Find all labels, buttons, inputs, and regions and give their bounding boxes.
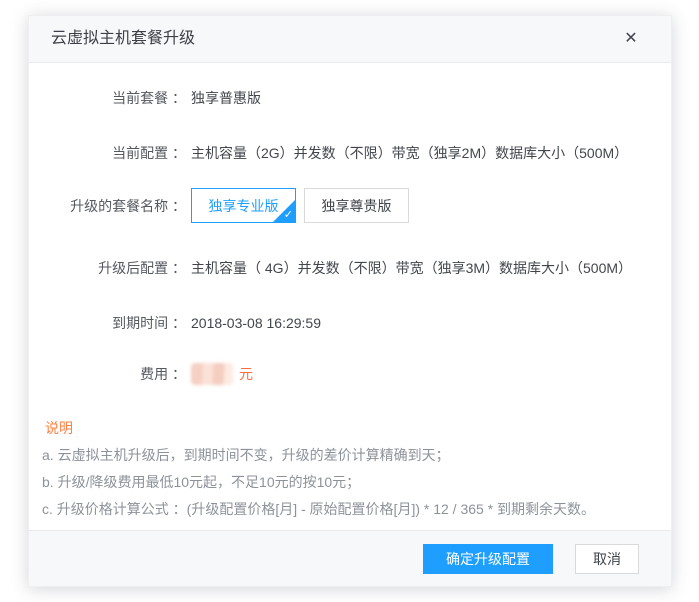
check-icon: ✓: [284, 208, 293, 222]
package-option-premium[interactable]: 独享尊贵版: [304, 188, 409, 223]
upgrade-dialog: 云虚拟主机套餐升级 ✕ 当前套餐 ： 独享普惠版 当前配置 ： 主机容量（2G）…: [28, 15, 672, 587]
row-fee: 费用 ： 元: [29, 363, 671, 385]
notes-heading: 说明: [29, 418, 671, 438]
after-config-label: 升级后配置 ：: [29, 258, 186, 278]
note-item-c: c. 升级价格计算公式 ：(升级配置价格[月] - 原始配置价格[月]) * 1…: [29, 499, 671, 519]
current-config-value: 主机容量（2G）并发数（不限）带宽（独享2M）数据库大小（500M）: [191, 143, 628, 163]
close-icon[interactable]: ✕: [613, 16, 649, 62]
package-option-label: 独享尊贵版: [322, 196, 392, 216]
fee-label: 费用 ：: [29, 364, 186, 384]
after-config-value: 主机容量（ 4G）并发数（不限）带宽（独享3M）数据库大小（500M）: [191, 258, 632, 278]
current-package-label: 当前套餐 ：: [29, 88, 186, 108]
dialog-footer: 确定升级配置 取消: [29, 530, 671, 586]
notes-section: 说明 a. 云虚拟主机升级后，到期时间不变，升级的差价计算精确到天； b. 升级…: [29, 418, 671, 519]
package-option-label: 独享专业版: [209, 196, 279, 216]
upgrade-package-label: 升级的套餐名称 ：: [29, 196, 186, 216]
dialog-title: 云虚拟主机套餐升级: [29, 16, 671, 62]
dialog-header: 云虚拟主机套餐升级 ✕: [29, 16, 671, 63]
row-upgrade-package: 升级的套餐名称 ： 独享专业版 ✓ 独享尊贵版: [29, 188, 671, 223]
fee-amount-redacted: [191, 363, 233, 385]
expire-time-label: 到期时间 ：: [29, 313, 186, 333]
package-option-professional[interactable]: 独享专业版 ✓: [191, 188, 296, 223]
expire-time-value: 2018-03-08 16:29:59: [191, 315, 321, 331]
dialog-body: 当前套餐 ： 独享普惠版 当前配置 ： 主机容量（2G）并发数（不限）带宽（独享…: [29, 63, 671, 519]
cancel-button[interactable]: 取消: [575, 544, 639, 574]
package-options: 独享专业版 ✓ 独享尊贵版: [191, 188, 409, 223]
fee-value: 元: [191, 363, 253, 385]
note-item-a: a. 云虚拟主机升级后，到期时间不变，升级的差价计算精确到天；: [29, 445, 671, 465]
note-item-b: b. 升级/降级费用最低10元起，不足10元的按10元；: [29, 472, 671, 492]
confirm-upgrade-button[interactable]: 确定升级配置: [423, 544, 553, 574]
current-config-label: 当前配置 ：: [29, 143, 186, 163]
row-current-package: 当前套餐 ： 独享普惠版: [29, 88, 671, 108]
row-after-config: 升级后配置 ： 主机容量（ 4G）并发数（不限）带宽（独享3M）数据库大小（50…: [29, 258, 671, 278]
current-package-value: 独享普惠版: [191, 88, 261, 108]
page-background: 云虚拟主机套餐升级 ✕ 当前套餐 ： 独享普惠版 当前配置 ： 主机容量（2G）…: [0, 0, 699, 602]
row-current-config: 当前配置 ： 主机容量（2G）并发数（不限）带宽（独享2M）数据库大小（500M…: [29, 143, 671, 163]
row-expire-time: 到期时间 ： 2018-03-08 16:29:59: [29, 313, 671, 333]
fee-unit: 元: [239, 364, 253, 384]
